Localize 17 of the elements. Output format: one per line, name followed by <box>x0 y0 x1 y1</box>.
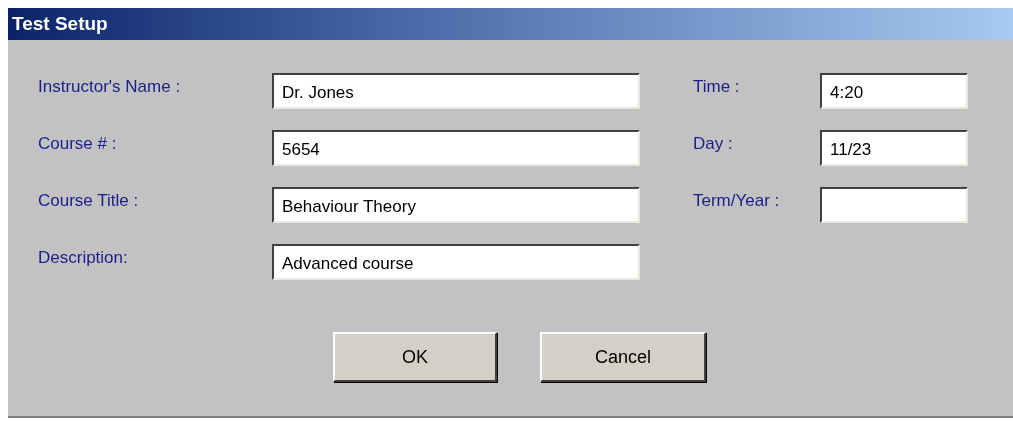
field-label: Instructor's Name : <box>38 76 182 98</box>
field-label: Description: <box>38 247 129 269</box>
ok-button[interactable]: OK <box>333 332 497 382</box>
cancel-button[interactable]: Cancel <box>540 332 706 382</box>
text-field[interactable]: Behaviour Theory <box>272 187 640 223</box>
text-field[interactable] <box>820 187 968 223</box>
field-label: Time : <box>693 76 741 98</box>
text-field[interactable]: 5654 <box>272 130 640 166</box>
text-field[interactable]: Advanced course <box>272 244 640 280</box>
text-field[interactable]: 4:20 <box>820 73 968 109</box>
field-label: Course # : <box>38 133 118 155</box>
text-field[interactable]: 11/23 <box>820 130 968 166</box>
window-title: Test Setup <box>8 8 1013 40</box>
field-label: Course Title : <box>38 190 140 212</box>
field-label: Term/Year : <box>693 190 781 212</box>
text-field[interactable]: Dr. Jones <box>272 73 640 109</box>
field-label: Day : <box>693 133 734 155</box>
